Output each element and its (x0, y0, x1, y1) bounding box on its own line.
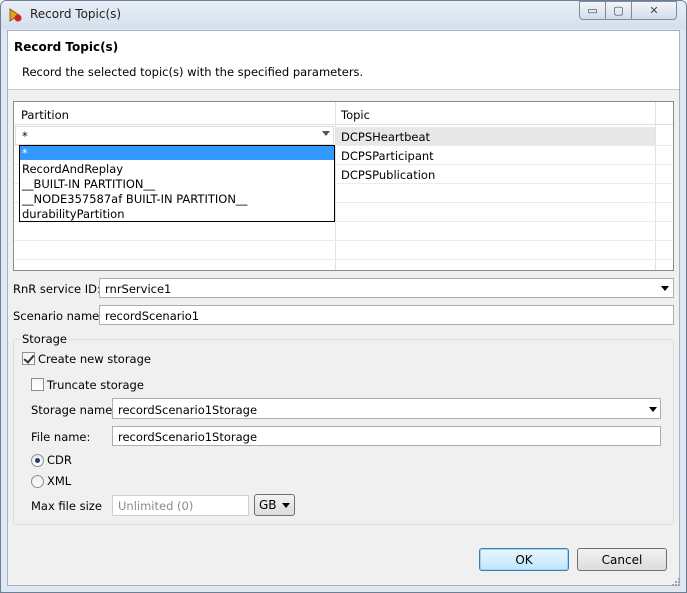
topic-cell[interactable]: DCPSParticipant (341, 149, 434, 163)
minimize-button[interactable]: ▭ (579, 1, 606, 20)
column-header-partition[interactable]: Partition (21, 108, 69, 122)
minimize-icon: ▭ (587, 4, 598, 17)
create-storage-checkbox[interactable] (22, 352, 35, 365)
chevron-down-icon[interactable] (661, 286, 669, 291)
max-file-size-label: Max file size (31, 499, 102, 513)
cancel-button-label: Cancel (601, 552, 643, 567)
cancel-button[interactable]: Cancel (577, 548, 667, 571)
dropdown-option[interactable]: __BUILT-IN PARTITION__ (22, 177, 332, 192)
storage-name-value: recordScenario1Storage (118, 403, 258, 417)
file-name-value: recordScenario1Storage (118, 430, 258, 444)
close-button[interactable]: ✕ (631, 1, 677, 20)
dropdown-option[interactable]: durabilityPartition (22, 207, 332, 222)
rnr-service-label: RnR service ID: (13, 282, 101, 296)
rnr-service-combo[interactable] (99, 278, 674, 298)
row-divider (14, 240, 673, 241)
partition-combo[interactable] (15, 126, 334, 145)
file-name-label: File name: (31, 430, 91, 444)
dialog-heading: Record Topic(s) (14, 40, 119, 54)
truncate-storage-label[interactable]: Truncate storage (47, 378, 144, 392)
window-title: Record Topic(s) (30, 7, 122, 21)
chevron-down-icon[interactable] (322, 131, 330, 136)
scenario-name-value: recordScenario1 (105, 309, 200, 323)
max-file-size-value: Unlimited (0) (118, 499, 194, 513)
rnr-service-value: rnrService1 (105, 282, 172, 296)
maximize-button[interactable]: ▢ (605, 1, 632, 20)
dropdown-option[interactable]: * (22, 146, 332, 161)
size-unit-value: GB (259, 498, 277, 512)
create-storage-label[interactable]: Create new storage (38, 352, 151, 366)
dropdown-option[interactable]: __NODE357587af BUILT-IN PARTITION__ (22, 192, 332, 207)
record-app-icon (9, 8, 22, 22)
close-icon: ✕ (649, 4, 659, 17)
maximize-icon: ▢ (613, 4, 624, 17)
xml-radio[interactable] (31, 475, 44, 488)
dialog-description: Record the selected topic(s) with the sp… (22, 65, 364, 79)
partition-combo-value: * (22, 129, 28, 143)
ok-button-label: OK (515, 552, 533, 567)
cdr-radio-label[interactable]: CDR (47, 453, 72, 467)
topic-cell[interactable]: DCPSHeartbeat (341, 130, 430, 144)
storage-group-label: Storage (20, 332, 69, 346)
chevron-down-icon[interactable] (282, 503, 290, 508)
cdr-radio[interactable] (31, 454, 44, 467)
scenario-name-label: Scenario name: (13, 309, 104, 323)
column-header-topic[interactable]: Topic (341, 108, 370, 122)
chevron-down-icon[interactable] (649, 407, 657, 412)
ok-button[interactable]: OK (479, 548, 569, 571)
truncate-storage-checkbox[interactable] (31, 378, 44, 391)
storage-name-label: Storage name: (31, 403, 117, 417)
xml-radio-label[interactable]: XML (47, 474, 71, 488)
row-divider (14, 259, 673, 260)
resize-grip-icon[interactable] (670, 576, 680, 586)
topic-cell[interactable]: DCPSPublication (341, 168, 435, 182)
column-divider (655, 102, 656, 270)
dropdown-option[interactable]: RecordAndReplay (22, 162, 332, 177)
